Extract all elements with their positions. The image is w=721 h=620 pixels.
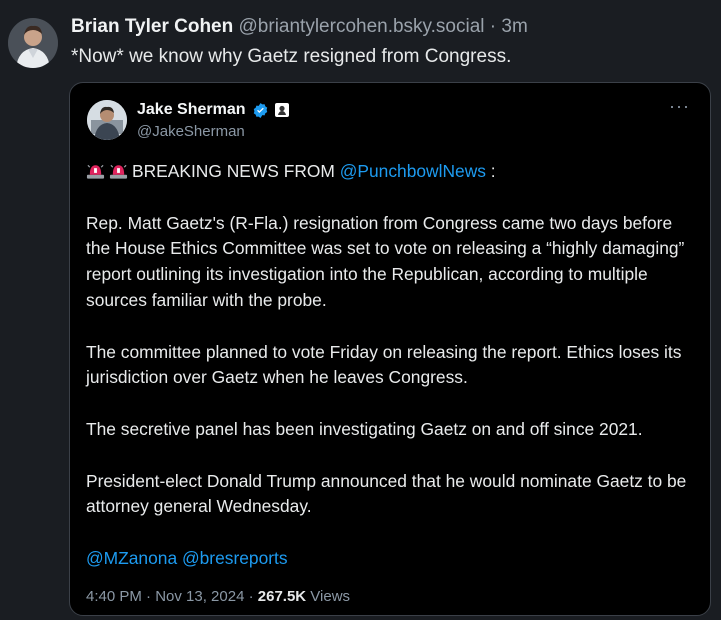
- quoted-post[interactable]: Jake Sherman @JakeSherman ··· BREAKING N…: [69, 82, 711, 616]
- post-text: *Now* we know why Gaetz resigned from Co…: [71, 46, 512, 67]
- paragraph-1: Rep. Matt Gaetz's (R-Fla.) resignation f…: [86, 212, 685, 310]
- author-avatar[interactable]: [8, 18, 58, 68]
- author-handle[interactable]: @briantylercohen.bsky.social: [239, 16, 485, 37]
- views-label: Views: [306, 588, 351, 605]
- quoted-post-body: BREAKING NEWS FROM @PunchbowlNews : Rep.…: [86, 159, 701, 598]
- police-light-icon: [109, 164, 128, 179]
- quoted-author-handle[interactable]: @JakeSherman: [137, 123, 245, 140]
- post: Brian Tyler Cohen @briantylercohen.bsky.…: [0, 0, 721, 620]
- more-options-icon[interactable]: ···: [669, 97, 690, 115]
- author-name[interactable]: Brian Tyler Cohen: [71, 16, 233, 37]
- breaking-line: BREAKING NEWS FROM @PunchbowlNews :: [86, 159, 701, 185]
- paragraph-3: The secretive panel has been investigati…: [86, 418, 643, 439]
- separator: ·: [489, 16, 497, 37]
- breaking-suffix: :: [485, 161, 496, 181]
- views-count: 267.5K: [257, 588, 307, 605]
- paragraph-2: The committee planned to vote Friday on …: [86, 341, 682, 388]
- quoted-post-timestamp[interactable]: 4:40 PM · Nov 13, 2024 ·: [86, 588, 258, 605]
- paragraph-4: President-elect Donald Trump announced t…: [86, 470, 687, 517]
- punchbowl-mention-link[interactable]: @PunchbowlNews: [340, 161, 486, 181]
- mentions-links[interactable]: @MZanona @bresreports: [86, 546, 701, 572]
- quoted-author-name[interactable]: Jake Sherman: [137, 101, 246, 119]
- police-light-icon: [86, 164, 105, 179]
- quoted-author-row: Jake Sherman: [137, 101, 289, 119]
- quoted-author-avatar[interactable]: [87, 100, 127, 140]
- breaking-prefix: BREAKING NEWS FROM: [132, 161, 340, 181]
- quoted-post-meta: 4:40 PM · Nov 13, 2024 · 267.5K Views: [86, 588, 350, 605]
- post-header: Brian Tyler Cohen @briantylercohen.bsky.…: [71, 16, 528, 38]
- post-time[interactable]: 3m: [501, 16, 527, 37]
- verified-badge-icon: [253, 102, 267, 118]
- affiliate-badge-icon[interactable]: [274, 103, 289, 117]
